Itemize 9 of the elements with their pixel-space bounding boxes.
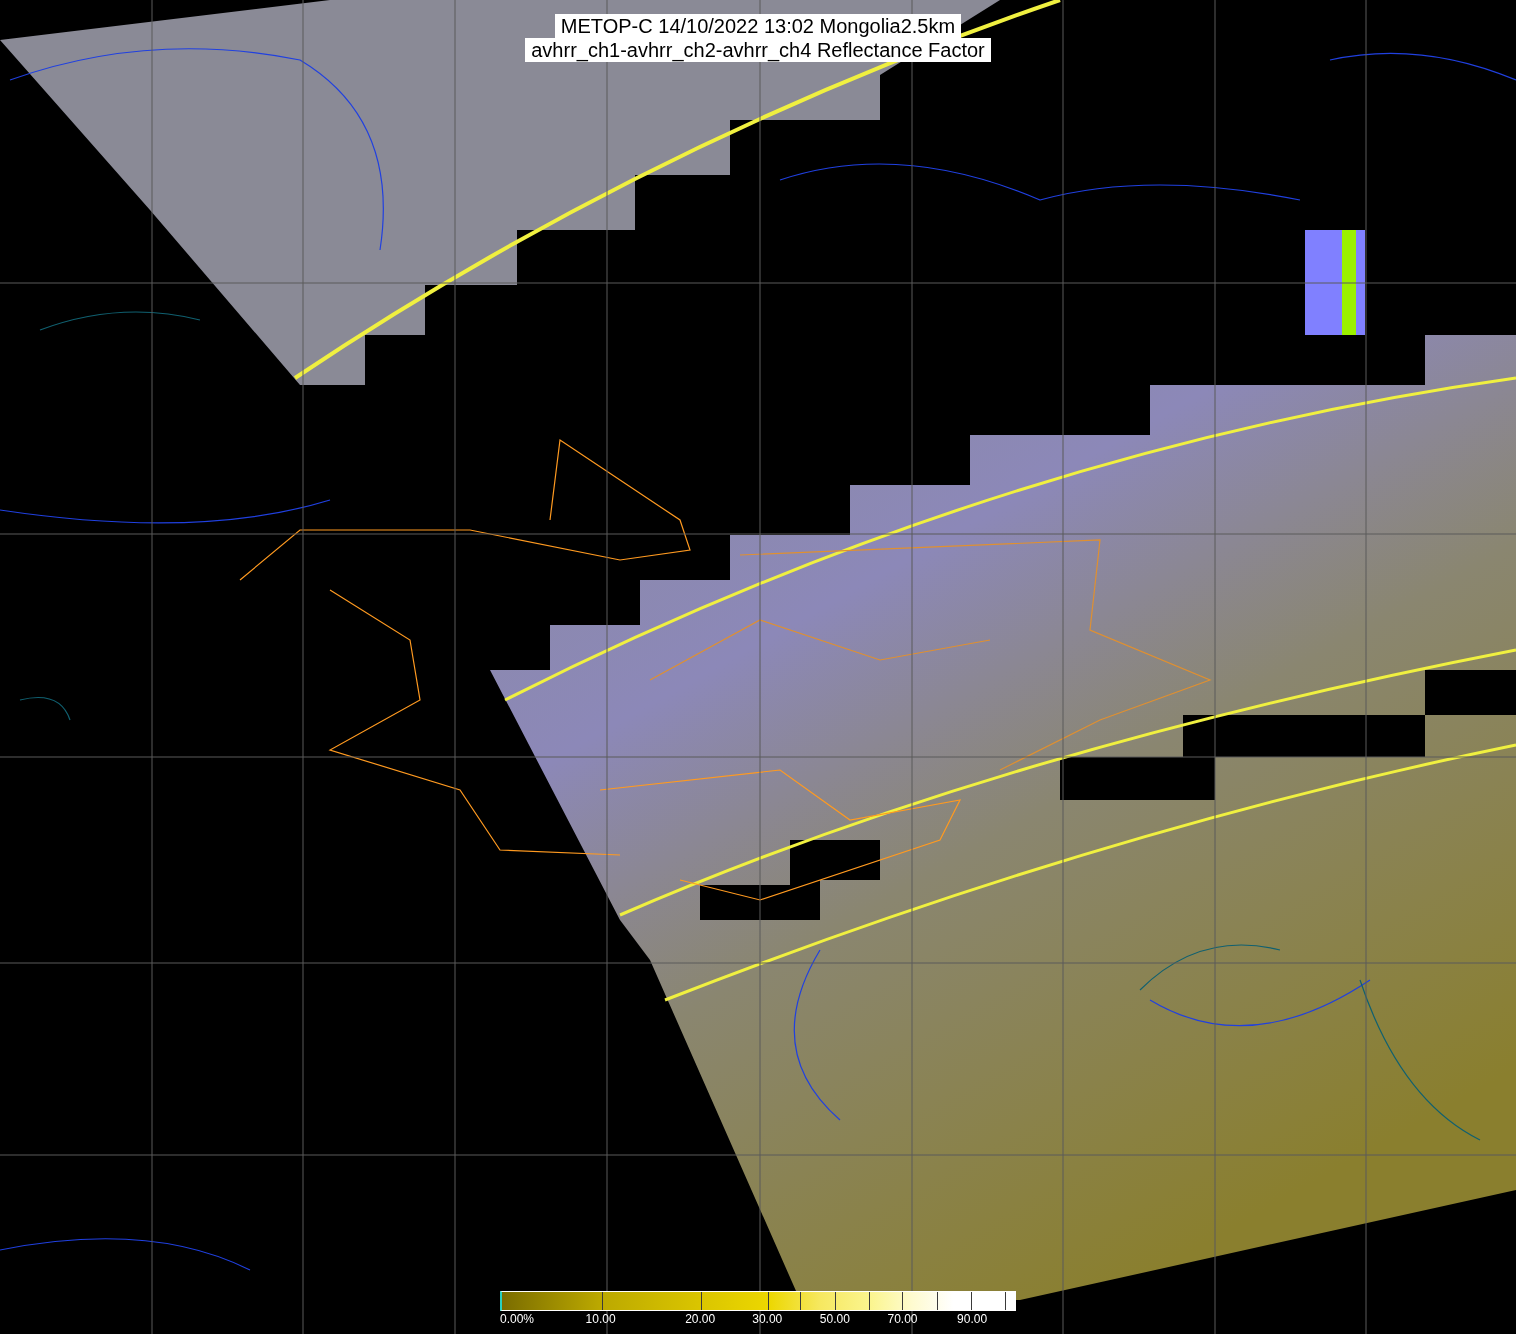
colorbar-label: 50.00 — [819, 1312, 850, 1326]
map-title: avhrr_ch1-avhrr_ch2-avhrr_ch4 Reflectance Factor — [525, 38, 991, 62]
colorbar-label: 30.00 — [752, 1312, 783, 1326]
colorbar-label: 0.00% — [500, 1312, 535, 1326]
colorbar-label: 70.00 — [887, 1312, 918, 1326]
colorbar-label: 20.00 — [685, 1312, 716, 1326]
colorbar-label: 10.00 — [585, 1312, 616, 1326]
map-title: METOP-C 14/10/2022 13:02 Mongolia2.5km — [554, 14, 962, 38]
colorbar-label: 90.00 — [957, 1312, 988, 1326]
